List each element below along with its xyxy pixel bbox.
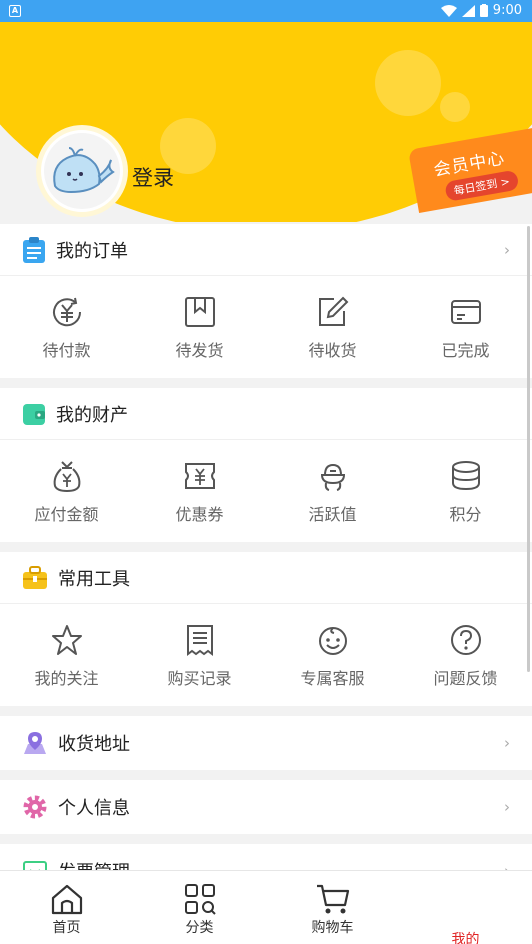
orders-section: 我的订单 › 待付款 待发货 待收货 已完成: [0, 224, 532, 378]
scrollbar[interactable]: [527, 226, 530, 672]
card-icon: [450, 300, 481, 324]
address-row[interactable]: 收货地址 ›: [0, 716, 532, 770]
tool-my-follows[interactable]: 我的关注: [0, 604, 133, 708]
category-grid-icon: [184, 884, 216, 915]
gear-icon: [23, 795, 47, 819]
bottom-tab-bar: 首页 分类 购物车 我的: [0, 870, 532, 944]
tab-home[interactable]: 首页: [0, 871, 133, 944]
tab-category-label: 分类: [185, 920, 214, 936]
address-title: 收货地址: [58, 734, 130, 755]
wifi-icon: [440, 4, 457, 17]
order-pending-receipt[interactable]: 待收货: [266, 276, 399, 380]
tab-mine[interactable]: 我的: [399, 871, 532, 944]
chevron-right-icon: ›: [504, 734, 510, 752]
orders-header[interactable]: 我的订单 ›: [0, 224, 532, 276]
status-time: 9:00: [492, 3, 522, 18]
clipboard-icon: [23, 236, 45, 263]
orders-title: 我的订单: [56, 240, 128, 262]
asset-points[interactable]: 积分: [399, 440, 532, 544]
chevron-right-icon: ›: [504, 240, 510, 259]
tab-home-label: 首页: [52, 920, 81, 936]
app-notification-icon: A: [9, 5, 21, 17]
asset-activity-value[interactable]: 活跃值: [266, 440, 399, 544]
login-link[interactable]: 登录: [132, 162, 174, 192]
coupon-icon: [184, 463, 215, 489]
whale-avatar-icon: [53, 147, 115, 194]
tool-feedback[interactable]: 问题反馈: [399, 604, 532, 708]
home-icon: [51, 884, 82, 915]
tool-customer-service[interactable]: 专属客服: [266, 604, 399, 708]
assets-section: 我的财产 应付金额 优惠券 活跃值 积分: [0, 388, 532, 542]
wallet-icon: [23, 403, 45, 425]
chevron-right-icon: ›: [504, 798, 510, 816]
cart-icon: [316, 884, 349, 914]
order-completed[interactable]: 已完成: [399, 276, 532, 380]
personal-info-title: 个人信息: [58, 798, 130, 819]
smile-icon: [318, 627, 347, 655]
tools-header[interactable]: 常用工具: [0, 552, 532, 604]
order-pending-payment[interactable]: 待付款: [0, 276, 133, 380]
assets-header[interactable]: 我的财产: [0, 388, 532, 440]
payment-icon: [52, 297, 81, 327]
tools-title: 常用工具: [58, 568, 130, 590]
order-pending-shipment[interactable]: 待发货: [133, 276, 266, 380]
edit-icon: [318, 296, 348, 326]
tab-cart-label: 购物车: [311, 920, 354, 936]
status-bar: A 9:00: [0, 0, 532, 22]
money-bag-icon: [53, 461, 80, 493]
asset-coupons[interactable]: 优惠券: [133, 440, 266, 544]
activity-icon: [320, 463, 345, 491]
receipt-icon: [186, 625, 213, 656]
assets-title: 我的财产: [56, 404, 128, 426]
tab-category[interactable]: 分类: [133, 871, 266, 944]
toolbox-icon: [23, 565, 47, 589]
tab-mine-label: 我的: [451, 932, 480, 944]
signal-icon: [461, 4, 475, 17]
question-icon: [450, 625, 481, 655]
tools-section: 常用工具 我的关注 购买记录 专属客服 问题反馈: [0, 552, 532, 706]
package-icon: [184, 297, 215, 327]
battery-icon: [479, 4, 488, 17]
avatar[interactable]: [36, 125, 128, 217]
star-icon: [51, 625, 82, 655]
tab-cart[interactable]: 购物车: [266, 871, 399, 944]
map-pin-icon: [24, 732, 46, 754]
personal-info-row[interactable]: 个人信息 ›: [0, 780, 532, 834]
tool-purchase-history[interactable]: 购买记录: [133, 604, 266, 708]
coins-icon: [451, 461, 480, 491]
asset-payable-amount[interactable]: 应付金额: [0, 440, 133, 544]
profile-header: 登录 会员中心 每日签到 >: [0, 22, 532, 222]
